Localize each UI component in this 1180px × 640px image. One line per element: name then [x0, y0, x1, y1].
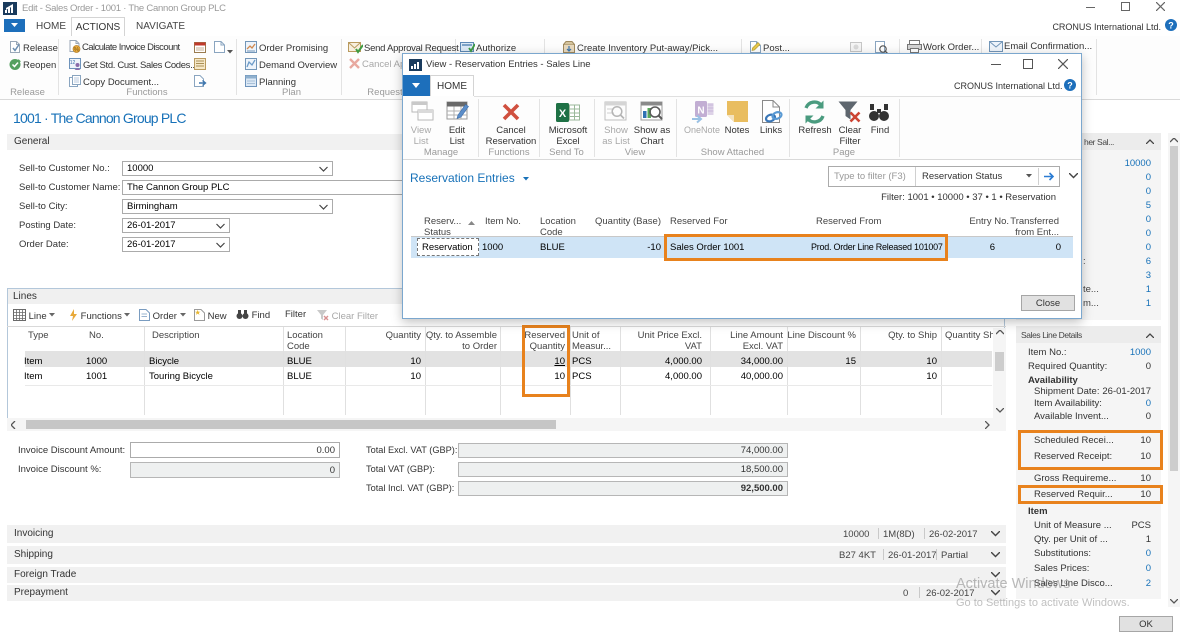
svg-text:N: N	[697, 106, 704, 117]
svg-text:%: %	[74, 46, 80, 53]
svg-text:12: 12	[70, 60, 76, 66]
svg-text:?: ?	[1168, 21, 1174, 31]
svg-text:?: ?	[1067, 81, 1073, 91]
svg-text:X: X	[559, 108, 567, 120]
